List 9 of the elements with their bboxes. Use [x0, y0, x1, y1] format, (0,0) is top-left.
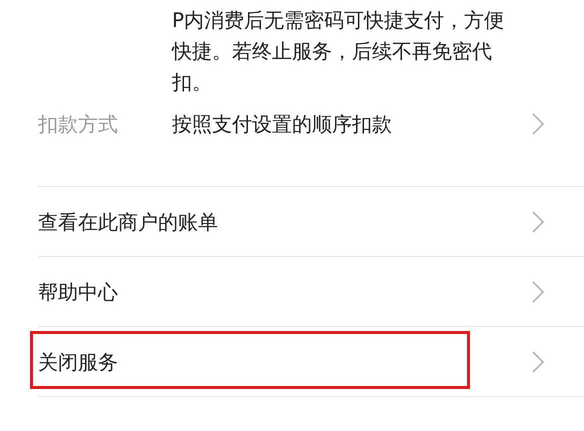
chevron-right-icon: [532, 211, 544, 233]
payment-method-row[interactable]: 扣款方式 按照支付设置的顺序扣款: [0, 100, 584, 148]
service-description: P内消费后无需密码可快捷支付，方便 快捷。若终止服务，后续不再免密代 扣。: [172, 7, 506, 96]
menu-item[interactable]: 查看在此商户的账单: [0, 187, 584, 257]
chevron-right-icon: [532, 351, 544, 373]
chevron-right-icon: [532, 113, 544, 135]
menu-item[interactable]: 关闭服务: [0, 327, 584, 397]
chevron-right-icon: [532, 281, 544, 303]
menu-item[interactable]: 帮助中心: [0, 257, 584, 327]
